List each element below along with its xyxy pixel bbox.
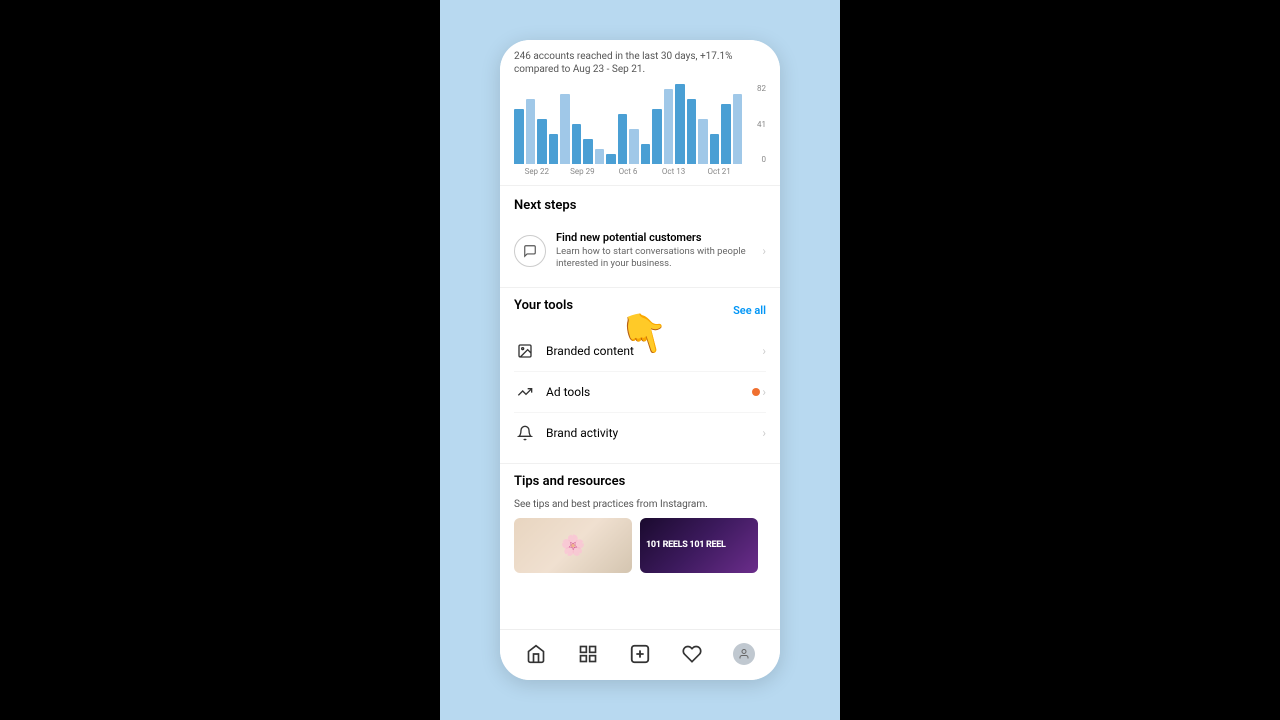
chart-bar <box>560 94 570 164</box>
chart-area: 82 41 0 Sep 22Sep 29Oct 6Oct 13Oct 21 <box>514 84 766 179</box>
scroll-content: 246 accounts reached in the last 30 days… <box>500 40 780 629</box>
right-panel <box>840 0 1280 720</box>
nav-home[interactable] <box>516 638 556 670</box>
message-icon <box>514 235 546 267</box>
bell-icon <box>514 422 536 444</box>
chart-bar <box>733 94 743 164</box>
chart-bar <box>583 139 593 164</box>
nav-search[interactable] <box>568 638 608 670</box>
tip-card-flowers[interactable]: 🌸 <box>514 518 632 573</box>
left-panel <box>0 0 440 720</box>
chart-x-label: Oct 21 <box>696 167 742 176</box>
reels-label: 101 REELS 101 REEL <box>646 540 726 550</box>
nav-create[interactable] <box>620 638 660 670</box>
chart-bar <box>675 84 685 164</box>
see-all-button[interactable]: See all <box>733 304 766 317</box>
brand-activity-chevron: › <box>762 426 766 440</box>
chart-bar <box>549 134 559 164</box>
y-label-mid: 41 <box>757 120 766 129</box>
bottom-navigation <box>500 629 780 680</box>
chart-bar <box>687 99 697 164</box>
chart-bar <box>572 124 582 164</box>
brand-activity-tool[interactable]: Brand activity › <box>514 413 766 453</box>
next-steps-section: Next steps Find new potential customers … <box>500 185 780 287</box>
chart-bar <box>652 109 662 164</box>
chart-bar <box>537 119 547 164</box>
next-steps-title: Next steps <box>514 198 766 213</box>
next-step-text: Find new potential customers Learn how t… <box>556 231 752 271</box>
chart-bar <box>641 144 651 164</box>
tip-card-reels[interactable]: 101 REELS 101 REEL <box>640 518 758 573</box>
chart-bar <box>664 89 674 164</box>
profile-avatar <box>733 643 755 665</box>
ad-tools-label: Ad tools <box>546 385 762 399</box>
next-step-card[interactable]: Find new potential customers Learn how t… <box>514 223 766 279</box>
chart-bar <box>595 149 605 164</box>
chart-bar <box>629 129 639 164</box>
chart-x-label: Oct 13 <box>651 167 697 176</box>
tips-title: Tips and resources <box>514 474 766 489</box>
ad-tools-chevron: › <box>762 385 766 399</box>
chart-x-label: Sep 29 <box>560 167 606 176</box>
tools-title: Your tools <box>514 298 573 313</box>
branded-content-icon <box>514 340 536 362</box>
your-tools-section: Your tools See all Branded content › <box>500 287 780 463</box>
chart-subtitle: 246 accounts reached in the last 30 days… <box>514 50 766 76</box>
chart-bars <box>514 84 766 164</box>
nav-profile[interactable] <box>724 638 764 670</box>
chart-x-label: Oct 6 <box>605 167 651 176</box>
branded-content-tool[interactable]: Branded content › <box>514 331 766 372</box>
next-step-desc: Learn how to start conversations with pe… <box>556 246 752 271</box>
next-step-chevron: › <box>762 244 766 258</box>
phone-frame: 246 accounts reached in the last 30 days… <box>500 40 780 680</box>
chart-x-label: Sep 22 <box>514 167 560 176</box>
y-label-max: 82 <box>757 84 766 93</box>
branded-content-chevron: › <box>762 344 766 358</box>
tips-description: See tips and best practices from Instagr… <box>514 499 766 510</box>
chart-bar <box>514 109 524 164</box>
ad-tools-notification-dot <box>752 388 760 396</box>
chart-bar <box>710 134 720 164</box>
next-step-title: Find new potential customers <box>556 231 752 244</box>
flowers-decoration-icon: 🌸 <box>561 533 586 557</box>
chart-bar <box>698 119 708 164</box>
branded-content-label: Branded content <box>546 344 762 358</box>
ad-tools-tool[interactable]: Ad tools › <box>514 372 766 413</box>
chart-bar <box>606 154 616 164</box>
chart-x-labels: Sep 22Sep 29Oct 6Oct 13Oct 21 <box>514 167 766 176</box>
chart-y-labels: 82 41 0 <box>757 84 766 164</box>
ad-tools-icon <box>514 381 536 403</box>
tools-section-header: Your tools See all <box>514 298 766 323</box>
chart-bar <box>526 99 536 164</box>
nav-activity[interactable] <box>672 638 712 670</box>
y-label-min: 0 <box>762 155 767 164</box>
chart-bar <box>721 104 731 164</box>
chart-section: 246 accounts reached in the last 30 days… <box>500 40 780 185</box>
tips-cards: 🌸 101 REELS 101 REEL <box>514 518 766 573</box>
tips-section: Tips and resources See tips and best pra… <box>500 463 780 579</box>
chart-bar <box>618 114 628 164</box>
brand-activity-label: Brand activity <box>546 426 762 440</box>
